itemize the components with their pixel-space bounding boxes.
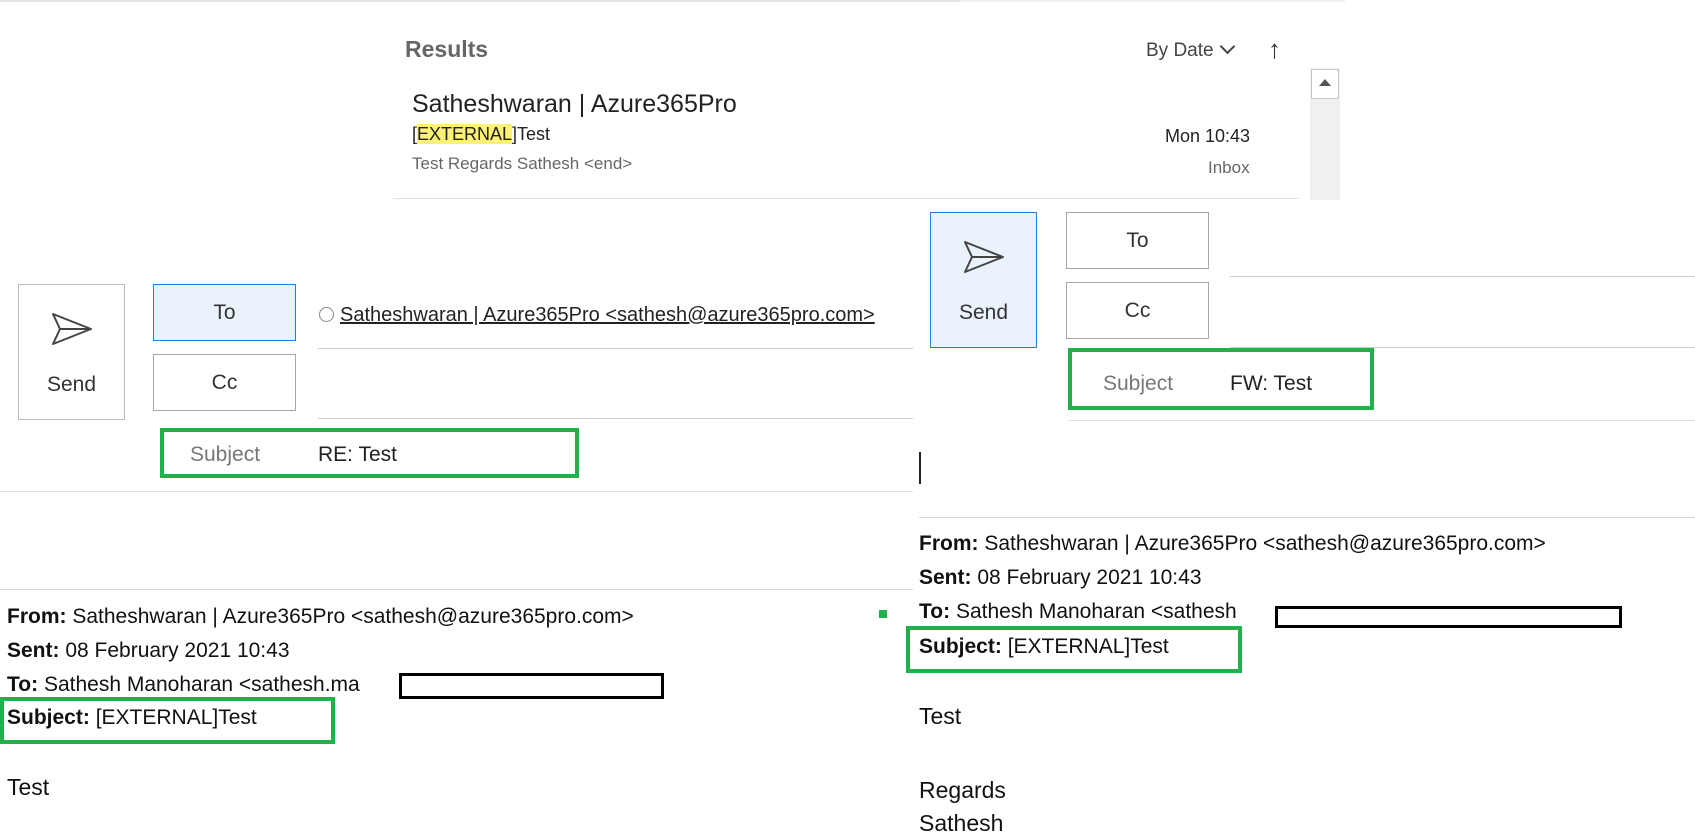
arrow-up-icon[interactable]: ↑ [1268, 34, 1281, 65]
top-divider [0, 0, 960, 2]
result-preview: Test Regards Sathesh <end> [412, 154, 633, 173]
fw-subject-underline [1068, 420, 1695, 421]
top-divider-right [960, 0, 1345, 2]
forward-body-line3: Sathesh [919, 810, 1004, 836]
subject-field-underline [0, 491, 913, 492]
results-divider [393, 198, 1299, 199]
redaction-box [1275, 606, 1622, 628]
send-label: Send [46, 373, 97, 396]
highlight-box-forward-subject [1068, 348, 1374, 410]
fw-quote-separator [919, 517, 1695, 518]
forward-cc-button[interactable]: Cc [1066, 282, 1209, 339]
scroll-up-button[interactable] [1311, 69, 1339, 99]
reply-body-text: Test [7, 774, 50, 800]
recipient-address: Satheshwaran | Azure365Pro <sathesh@azur… [340, 304, 875, 326]
send-label: Send [958, 301, 1009, 324]
forward-send-button[interactable]: Send [930, 212, 1037, 348]
highlight-box-reply-subject [160, 428, 579, 478]
send-icon [963, 241, 1004, 273]
forward-quoted-from: From: Satheshwaran | Azure365Pro <sathes… [919, 532, 1546, 555]
reply-send-button[interactable]: Send [18, 284, 125, 420]
result-sender: Satheshwaran | Azure365Pro [412, 90, 737, 118]
sort-by-date-dropdown[interactable]: By Date [1146, 38, 1235, 62]
reply-cc-button[interactable]: Cc [153, 354, 296, 411]
to-field-underline [318, 348, 913, 349]
forward-body-line1: Test [919, 703, 962, 729]
search-highlight: EXTERNAL [417, 124, 513, 144]
reply-recipient[interactable]: Satheshwaran | Azure365Pro <sathesh@azur… [319, 304, 875, 327]
highlight-box-reply-quoted-subject [0, 697, 335, 744]
send-icon [51, 313, 92, 345]
highlight-box-forward-quoted-subject [906, 626, 1242, 673]
reply-to-button[interactable]: To [153, 284, 296, 341]
sort-label: By Date [1146, 40, 1214, 61]
presence-circle-icon [319, 307, 334, 322]
forward-quoted-to: To: Sathesh Manoharan <sathesh [919, 600, 1237, 623]
forward-to-button[interactable]: To [1066, 212, 1209, 269]
text-cursor [919, 452, 921, 484]
result-subject: [EXTERNAL]Test [412, 124, 551, 144]
forward-body-line2: Regards [919, 777, 1006, 803]
chevron-down-icon [1219, 38, 1235, 55]
cc-field-underline [318, 418, 913, 419]
result-date: Mon 10:43 [1165, 126, 1251, 146]
reply-quoted-sent: Sent: 08 February 2021 10:43 [7, 639, 290, 662]
reply-quoted-from: From: Satheshwaran | Azure365Pro <sathes… [7, 605, 634, 628]
redaction-box [399, 673, 664, 699]
green-marker [879, 610, 887, 618]
result-folder: Inbox [1208, 158, 1250, 177]
fw-to-field-underline [1230, 276, 1695, 277]
quote-separator [0, 589, 913, 590]
forward-quoted-sent: Sent: 08 February 2021 10:43 [919, 566, 1202, 589]
reply-quoted-to: To: Sathesh Manoharan <sathesh.ma [7, 673, 360, 696]
results-title: Results [405, 36, 489, 62]
